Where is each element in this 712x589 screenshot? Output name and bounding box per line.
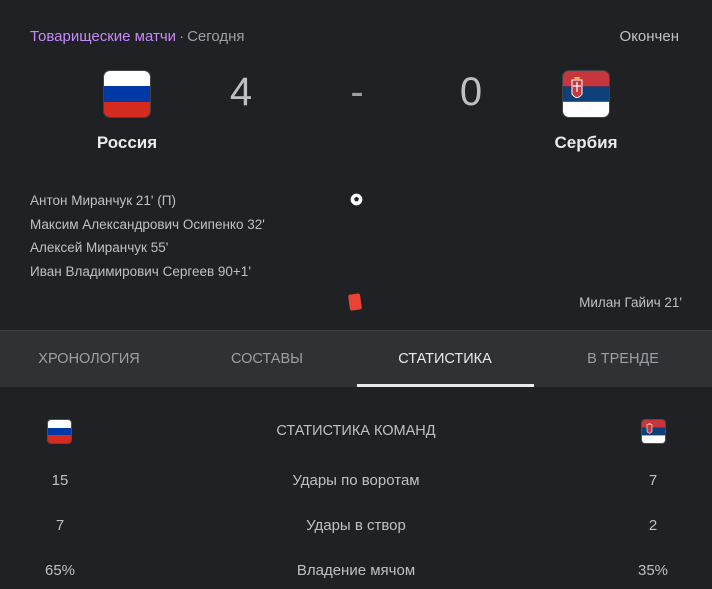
away-score: 0 — [459, 70, 483, 114]
russia-flag-icon[interactable] — [104, 71, 150, 117]
serbia-flag-icon[interactable] — [563, 71, 609, 117]
away-stat-value: 35% — [637, 562, 669, 579]
tab-trending[interactable]: В ТРЕНДЕ — [534, 331, 712, 387]
stat-row-possession: 65% Владение мячом 35% — [0, 562, 712, 582]
away-red-card-player: Милан Гайич 21' — [579, 295, 682, 310]
team-stats-panel: СТАТИСТИКА КОМАНД 15 Удары по воротам 7 … — [0, 387, 712, 589]
away-team-name[interactable]: Сербия — [536, 133, 636, 153]
red-card-icon — [347, 293, 363, 311]
serbia-flag-icon — [642, 420, 665, 443]
scorer-item: Алексей Миранчук 55' — [30, 240, 169, 255]
home-team-name[interactable]: Россия — [77, 133, 177, 153]
tab-stats[interactable]: СТАТИСТИКА — [356, 331, 534, 387]
stat-label: Удары по воротам — [292, 472, 420, 489]
competition-name[interactable]: Товарищеские матчи — [30, 28, 176, 45]
separator: · — [179, 28, 185, 45]
stat-label: Владение мячом — [296, 562, 416, 579]
stat-row-shots: 15 Удары по воротам 7 — [0, 472, 712, 492]
soccer-ball-icon — [348, 191, 365, 208]
stat-row-shots-on-target: 7 Удары в створ 2 — [0, 517, 712, 537]
away-stat-value: 2 — [648, 517, 658, 534]
match-status: Окончен — [619, 28, 679, 45]
home-score: 4 — [229, 70, 253, 114]
scorer-item: Максим Александрович Осипенко 32' — [30, 216, 265, 232]
tab-timeline[interactable]: ХРОНОЛОГИЯ — [0, 331, 178, 387]
competition-line[interactable]: Товарищеские матчи · Сегодня — [30, 28, 245, 45]
match-date: Сегодня — [187, 28, 245, 45]
scorer-item: Антон Миранчук 21' (П) — [30, 193, 176, 208]
away-stat-value: 7 — [648, 472, 658, 489]
stats-title: СТАТИСТИКА КОМАНД — [276, 423, 436, 439]
home-scorers-list: Антон Миранчук 21' (П) Максим Александро… — [30, 189, 265, 283]
scorer-item: Иван Владимирович Сергеев 90+1' — [30, 263, 251, 279]
score-separator: - — [350, 70, 364, 114]
stat-label: Удары в створ — [306, 517, 406, 534]
match-tabs: ХРОНОЛОГИЯ СОСТАВЫ СТАТИСТИКА В ТРЕНДЕ — [0, 330, 712, 387]
match-header: Товарищеские матчи · Сегодня Окончен Росси… — [0, 0, 712, 330]
tab-lineups[interactable]: СОСТАВЫ — [178, 331, 356, 387]
